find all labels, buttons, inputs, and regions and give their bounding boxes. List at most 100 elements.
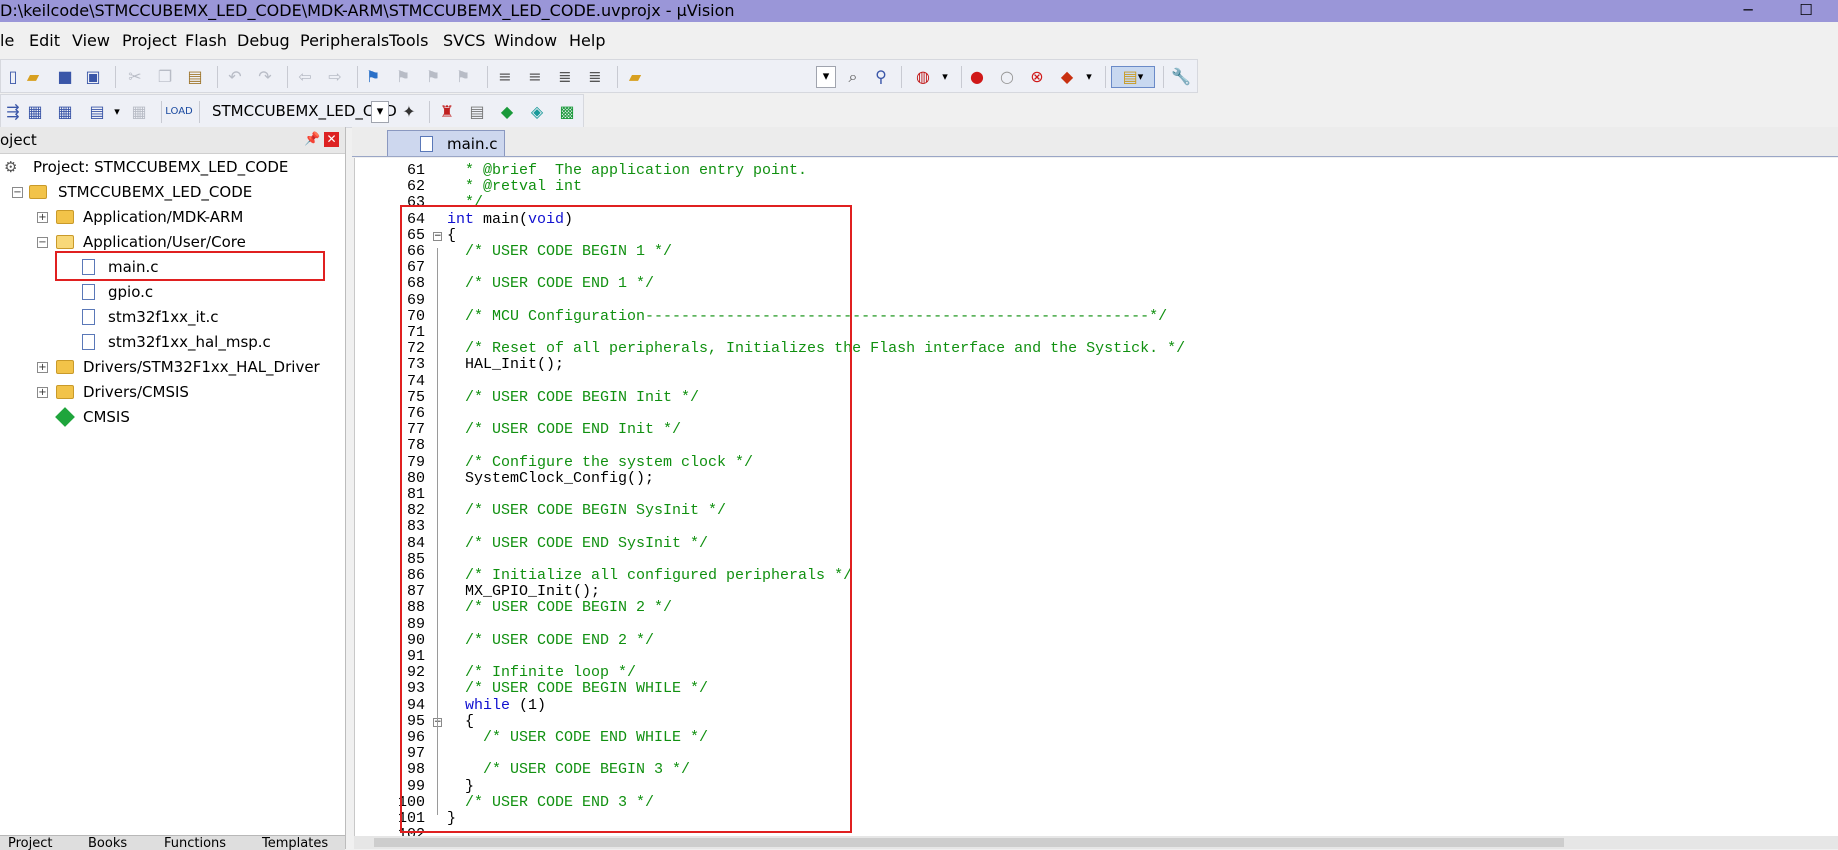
redo-icon[interactable]: ↷ [253,66,277,88]
incremental-find-icon[interactable]: ⚲ [869,66,893,88]
menu-edit[interactable]: Edit [29,29,60,53]
pack-installer-icon[interactable]: ▩ [555,101,579,123]
c-file-icon [82,334,95,350]
bookmark-icon[interactable]: ⚑ [361,66,385,88]
tab-templates[interactable]: Templates [262,837,328,850]
indent-icon[interactable]: ≡ [493,66,517,88]
project-panel-title: oject [0,131,37,149]
collapse-icon[interactable]: − [37,237,48,248]
c-file-icon [82,284,95,300]
tree-label: Project: STMCCUBEMX_LED_CODE [33,158,289,176]
cut-icon[interactable]: ✂ [123,66,147,88]
prev-bookmark-icon[interactable]: ⚑ [391,66,415,88]
open-folder-icon[interactable]: ▰ [21,66,45,88]
fold-toggle-icon[interactable]: − [433,231,442,241]
translate-icon[interactable]: ⇶ [1,101,25,123]
find-combo[interactable]: ▾ [816,66,836,88]
menu-file[interactable]: le [0,29,14,53]
separator [115,66,116,88]
debug-session-icon[interactable]: ◍ [911,66,935,88]
line-number: 67 [406,259,425,277]
target-select[interactable]: ▾ [371,101,389,123]
expand-icon[interactable]: + [37,212,48,223]
uncomment-icon[interactable]: ≣ [583,66,607,88]
batch-dropdown-icon[interactable]: ▾ [105,101,129,123]
menu-tools[interactable]: Tools [389,29,428,53]
breakpoints-dropdown-icon[interactable]: ▾ [1077,66,1101,88]
build-icon[interactable]: ▦ [23,101,47,123]
project-panel: oject 📌 ✕ ⚙ Project: STMCCUBEMX_LED_CODE… [0,127,346,849]
menu-peripherals[interactable]: Peripherals [300,29,389,53]
menu-debug[interactable]: Debug [237,29,290,53]
tree-label: stm32f1xx_hal_msp.c [108,333,271,351]
disable-breakpoints-icon[interactable]: ⊗ [1025,66,1049,88]
separator [961,66,962,88]
tab-books[interactable]: Books [88,837,127,850]
collapse-icon[interactable]: − [12,187,23,198]
manage-rte-icon[interactable]: ◆ [495,101,519,123]
tab-project[interactable]: Project [8,837,52,850]
menu-project[interactable]: Project [122,29,177,53]
insert-breakpoint-icon[interactable]: ● [965,66,989,88]
next-bookmark-icon[interactable]: ⚑ [421,66,445,88]
undo-icon[interactable]: ↶ [223,66,247,88]
clear-bookmarks-icon[interactable]: ⚑ [451,66,475,88]
find-in-files-icon[interactable]: ▰ [623,66,647,88]
menu-flash[interactable]: Flash [185,29,227,53]
stop-build-icon[interactable]: ▦ [127,101,151,123]
line-number: 94 [406,696,425,714]
code-line: /* USER CODE END WHILE */ [447,729,709,746]
code-line: { [447,712,475,730]
scrollbar-thumb[interactable] [374,838,1564,847]
menu-window[interactable]: Window [494,29,557,53]
window-layout-icon[interactable]: ▤ ▾ [1111,66,1155,88]
code-line: /* USER CODE END SysInit */ [447,534,709,552]
rebuild-icon[interactable]: ▦ [53,101,77,123]
line-number: 81 [406,486,425,503]
menu-help[interactable]: Help [569,29,605,53]
menu-svcs[interactable]: SVCS [443,29,485,53]
window-title: D:\keilcode\STMCCUBEMX_LED_CODE\MDK-ARM\… [0,1,735,20]
code-line: int main(void) [447,210,574,228]
separator [357,66,358,88]
enable-breakpoint-icon[interactable]: ○ [995,66,1019,88]
maximize-button[interactable]: ☐ [1786,0,1826,22]
expand-icon[interactable]: + [37,387,48,398]
file-toolbar: ▯ ▰ ■ ▣ ✂ ❐ ▤ ↶ ↷ ⇦ ⇨ ⚑ ⚑ ⚑ ⚑ ≡ ≡ ≣ ≣ ▰ … [0,59,1198,93]
download-icon[interactable]: LOAD [165,101,192,123]
code-line: /* USER CODE BEGIN WHILE */ [447,680,709,698]
close-icon[interactable]: ✕ [324,132,339,147]
select-packs-icon[interactable]: ◈ [525,101,549,123]
unindent-icon[interactable]: ≡ [523,66,547,88]
find-icon[interactable]: ⌕ [841,66,865,88]
navigate-forward-icon[interactable]: ⇨ [323,66,347,88]
pin-icon[interactable]: 📌 [304,127,320,153]
menu-view[interactable]: View [72,29,110,53]
minimize-button[interactable]: ─ [1728,0,1768,22]
save-icon[interactable]: ■ [53,66,77,88]
build-toolbar: ⇶ ▦ ▦ ▤ ▾ ▦ LOAD STMCCUBEMX_LED_COD ▾ ✦ … [0,94,584,128]
comment-icon[interactable]: ≣ [553,66,577,88]
separator [1105,66,1106,88]
line-number: 71 [406,324,425,341]
expand-icon[interactable]: + [37,362,48,373]
tab-label: main.c [447,135,498,153]
code-editor[interactable]: 61 * @brief The application entry point.… [354,158,1838,836]
horizontal-scrollbar[interactable] [354,836,1838,849]
copy-icon[interactable]: ❐ [153,66,177,88]
manage-multi-project-icon[interactable]: ▤ [465,101,489,123]
kill-breakpoints-icon[interactable]: ◆ [1055,66,1079,88]
tab-functions[interactable]: Functions [164,837,226,850]
line-number: 84 [406,534,425,552]
navigate-back-icon[interactable]: ⇦ [293,66,317,88]
save-all-icon[interactable]: ▣ [81,66,105,88]
line-number: 87 [406,583,425,601]
debug-dropdown-icon[interactable]: ▾ [933,66,957,88]
target-options-icon[interactable]: ✦ [397,101,421,123]
panel-bottom-tabs: Project Books Functions Templates [0,835,345,850]
configure-icon[interactable]: 🔧 [1169,66,1193,88]
code-line: */ [447,194,484,212]
paste-icon[interactable]: ▤ [183,66,207,88]
manage-project-items-icon[interactable]: ♜ [435,101,459,123]
tab-main-c[interactable]: main.c [387,130,505,156]
